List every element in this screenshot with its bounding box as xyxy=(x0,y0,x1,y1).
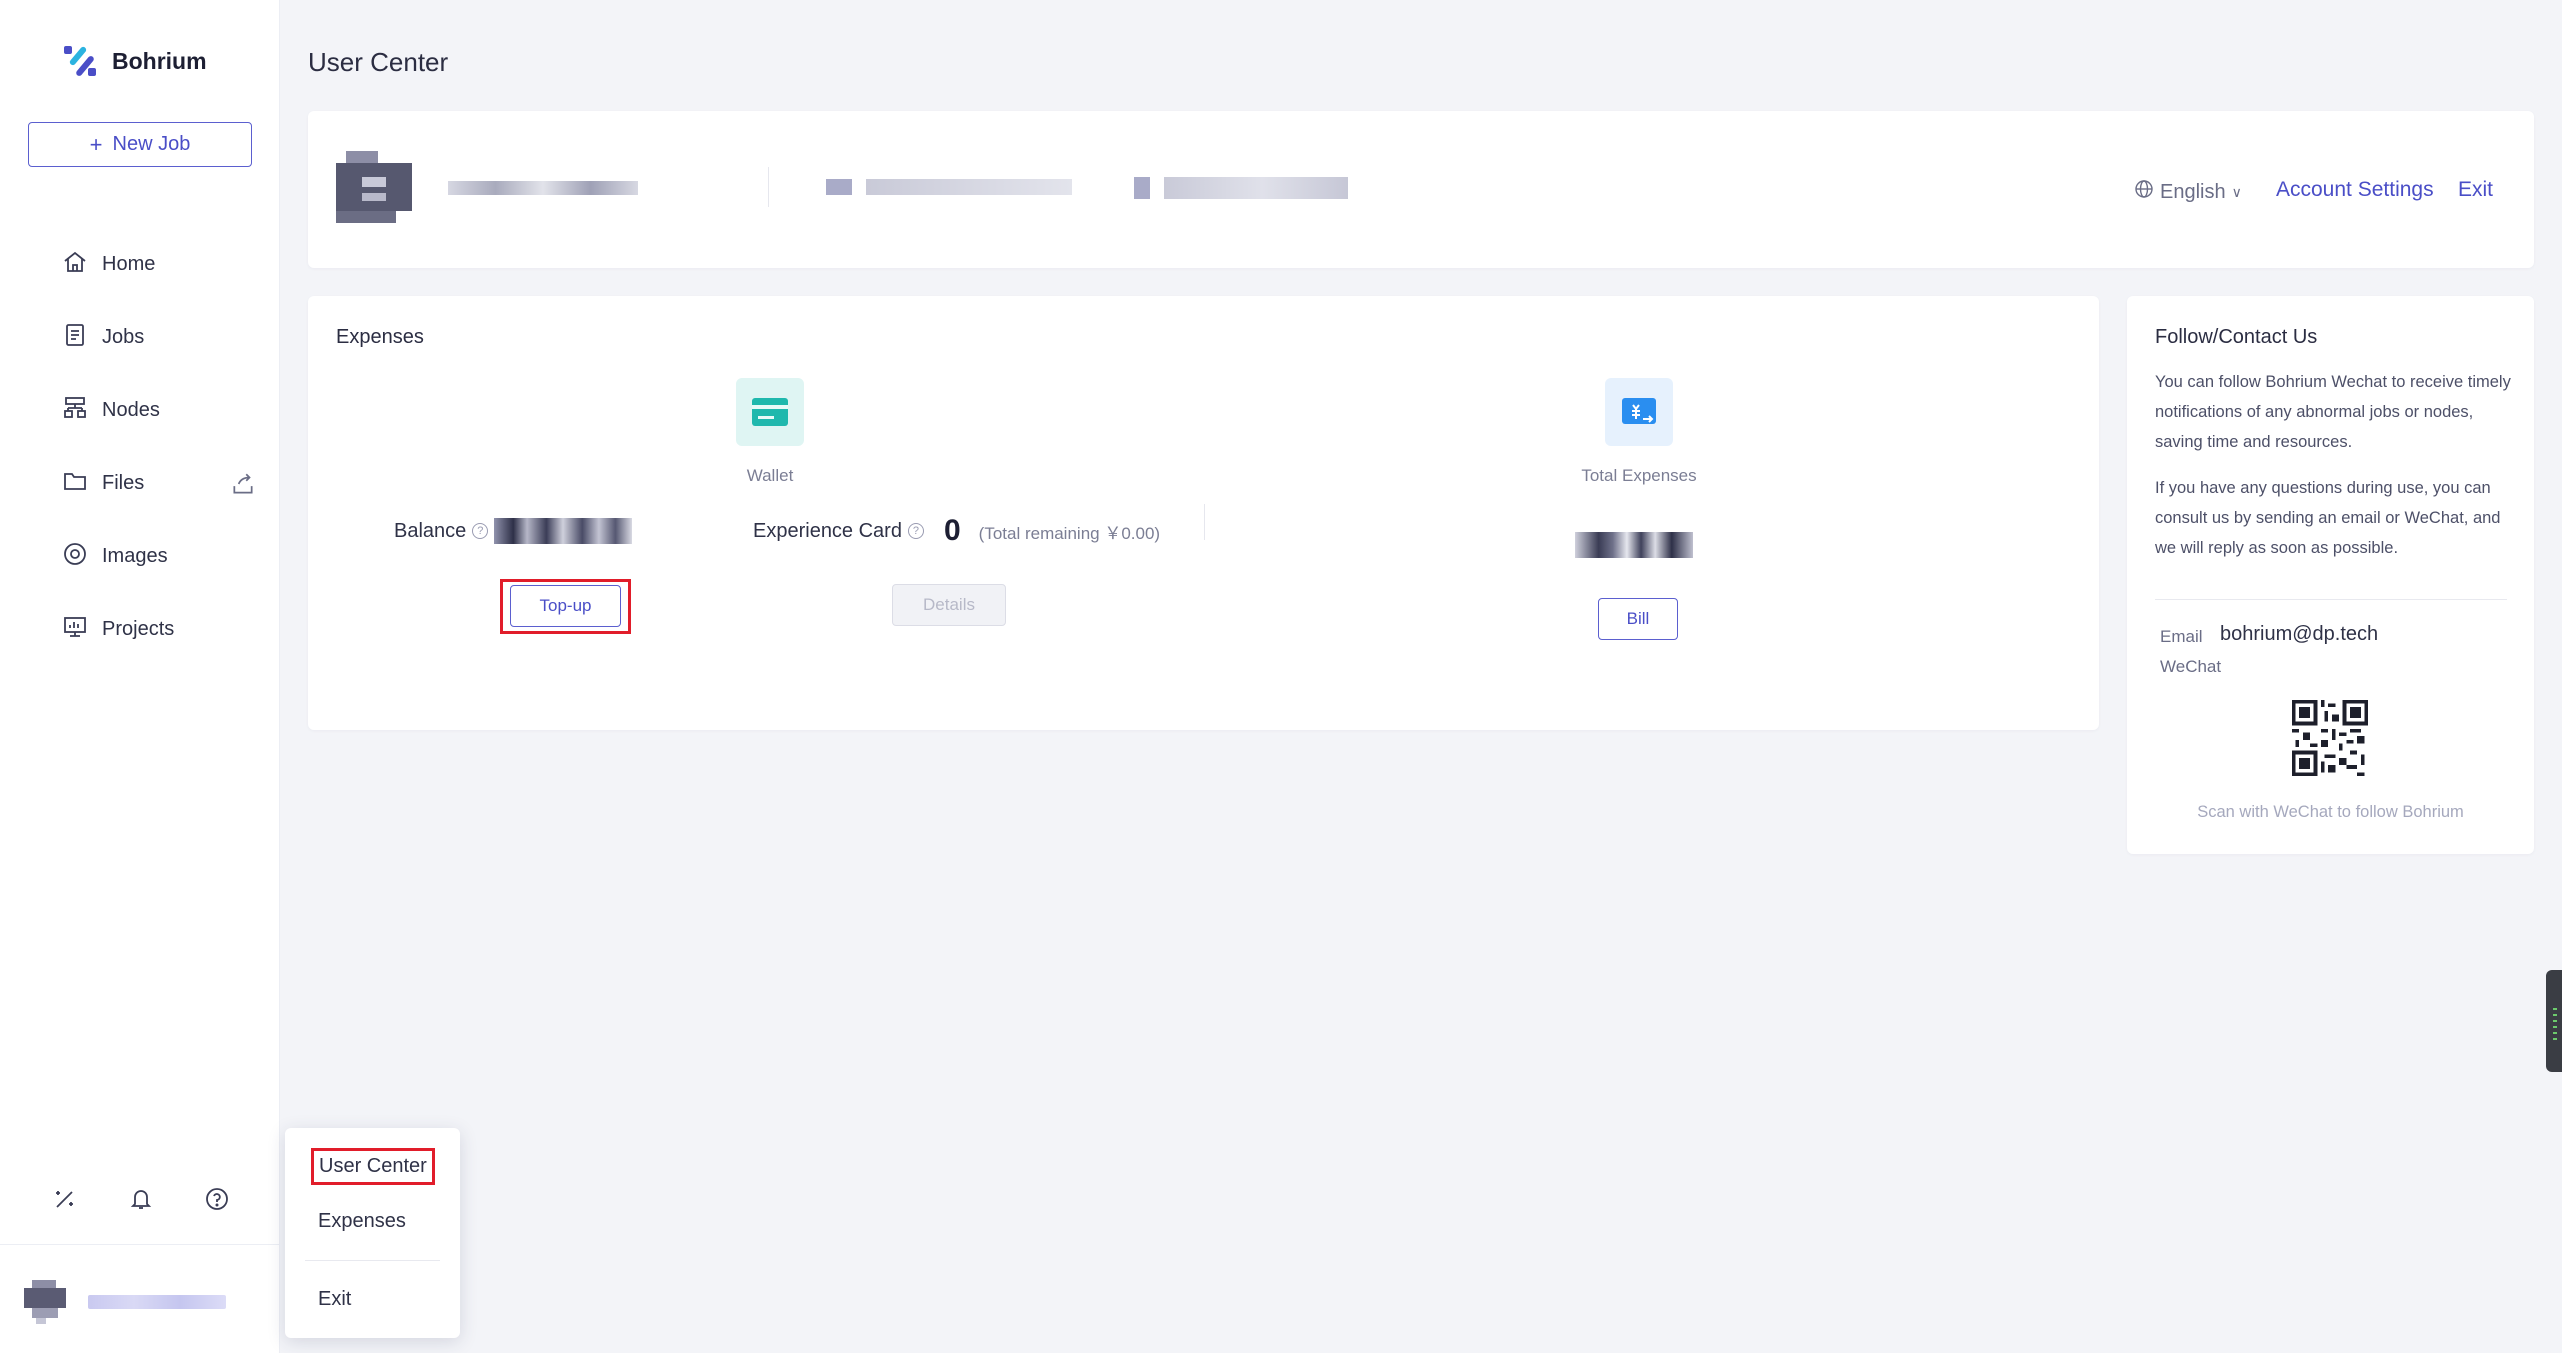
experience-card-row: Experience Card ? 0 (Total remaining ￥0.… xyxy=(753,514,1160,548)
magic-wand-icon[interactable] xyxy=(52,1186,78,1212)
profile-divider xyxy=(768,167,769,207)
sidebar-item-home[interactable]: Home xyxy=(62,228,242,301)
contact-paragraph-consult: If you have any questions during use, yo… xyxy=(2155,479,2501,557)
avatar xyxy=(22,1280,78,1324)
sidebar-item-files[interactable]: Files xyxy=(62,447,253,520)
side-widget-handle[interactable] xyxy=(2546,970,2562,1072)
sidebar-nav: Home Jobs Nodes Files Images Projects xyxy=(62,228,253,666)
images-icon xyxy=(62,541,88,573)
total-expenses-value-redacted xyxy=(1575,532,1693,558)
balance-value-redacted xyxy=(494,518,633,544)
sidebar-item-nodes[interactable]: Nodes xyxy=(62,374,242,447)
help-circle-icon[interactable] xyxy=(204,1186,230,1212)
balance-row: Balance ? xyxy=(394,518,633,544)
menu-item-expenses[interactable]: Expenses xyxy=(318,1210,406,1233)
new-job-label: New Job xyxy=(112,133,191,155)
details-button[interactable]: Details xyxy=(892,584,1006,626)
wallet-caption: Wallet xyxy=(746,466,794,485)
sidebar-item-label: Home xyxy=(102,253,156,275)
sidebar-item-label: Images xyxy=(102,545,168,567)
sidebar-item-label: Projects xyxy=(102,618,175,640)
total-expenses-icon xyxy=(1605,378,1673,446)
plus-icon: + xyxy=(89,131,103,157)
projects-icon xyxy=(62,614,88,646)
profile-card: English ∨ Account Settings Exit xyxy=(308,111,2534,268)
menu-divider xyxy=(305,1260,440,1261)
wallet-icon xyxy=(736,378,804,446)
menu-item-user-center[interactable]: User Center xyxy=(311,1148,435,1185)
account-settings-link[interactable]: Account Settings xyxy=(2276,178,2434,202)
contact-title: Follow/Contact Us xyxy=(2155,326,2318,348)
contact-divider xyxy=(2155,599,2507,600)
new-job-button[interactable]: + New Job xyxy=(28,122,252,167)
sidebar-item-label: Jobs xyxy=(102,326,145,348)
user-popup-menu: User Center Expenses Exit xyxy=(285,1128,460,1338)
balance-help-icon[interactable]: ? xyxy=(472,523,489,539)
menu-item-exit[interactable]: Exit xyxy=(318,1288,351,1311)
topup-highlight xyxy=(500,579,631,634)
page-title: User Center xyxy=(308,47,449,77)
contact-card: Follow/Contact Us You can follow Bohrium… xyxy=(2127,296,2534,854)
sidebar-item-label: Files xyxy=(102,472,145,494)
sidebar-item-images[interactable]: Images xyxy=(62,520,242,593)
jobs-icon xyxy=(62,322,88,354)
exit-link[interactable]: Exit xyxy=(2458,178,2493,202)
email-value[interactable]: bohrium@dp.tech xyxy=(2220,623,2378,646)
phone-redacted xyxy=(1134,177,1348,199)
expenses-divider xyxy=(1204,504,1205,540)
balance-label: Balance xyxy=(394,519,467,542)
language-selector[interactable]: English ∨ xyxy=(2134,179,2242,205)
folder-icon xyxy=(62,468,88,500)
home-icon xyxy=(62,249,88,281)
app-logo[interactable]: Bohrium xyxy=(62,42,207,80)
total-expenses-caption: Total Expenses xyxy=(1581,466,1697,485)
sidebar: Bohrium + New Job Home Jobs Nodes Files … xyxy=(0,0,280,1353)
contact-paragraph-follow: You can follow Bohrium Wechat to receive… xyxy=(2155,373,2511,451)
language-label: English xyxy=(2160,180,2226,203)
bell-icon[interactable] xyxy=(128,1186,154,1212)
sidebar-item-label: Nodes xyxy=(102,399,160,421)
app-name: Bohrium xyxy=(112,47,207,74)
sidebar-item-jobs[interactable]: Jobs xyxy=(62,301,242,374)
email-label: Email xyxy=(2160,627,2203,646)
user-profile-toggle[interactable] xyxy=(22,1280,226,1324)
sidebar-bottom-icons xyxy=(52,1186,230,1212)
sidebar-item-projects[interactable]: Projects xyxy=(62,593,242,666)
nodes-icon xyxy=(62,395,88,427)
bohrium-logo-icon xyxy=(62,42,100,80)
experience-card-count: 0 xyxy=(943,514,961,547)
experience-card-remaining: (Total remaining ￥0.00) xyxy=(978,523,1161,543)
wechat-qr-code xyxy=(2292,700,2368,776)
globe-icon xyxy=(2134,179,2154,205)
expenses-card: Expenses Wallet Balance ? Top-up Experie… xyxy=(308,296,2099,730)
expenses-title: Expenses xyxy=(336,326,424,348)
wechat-scan-caption: Scan with WeChat to follow Bohrium xyxy=(2197,803,2464,821)
user-name-redacted xyxy=(88,1295,226,1309)
bill-button[interactable]: Bill xyxy=(1598,598,1678,640)
chevron-down-icon: ∨ xyxy=(2231,183,2242,200)
experience-card-label: Experience Card xyxy=(753,519,902,542)
email-redacted xyxy=(826,179,1072,195)
profile-username-redacted xyxy=(448,181,638,195)
profile-avatar xyxy=(336,151,412,228)
wechat-label: WeChat xyxy=(2160,657,2222,676)
share-icon[interactable] xyxy=(230,471,254,495)
sidebar-divider xyxy=(0,1244,280,1245)
experience-card-help-icon[interactable]: ? xyxy=(907,523,924,539)
